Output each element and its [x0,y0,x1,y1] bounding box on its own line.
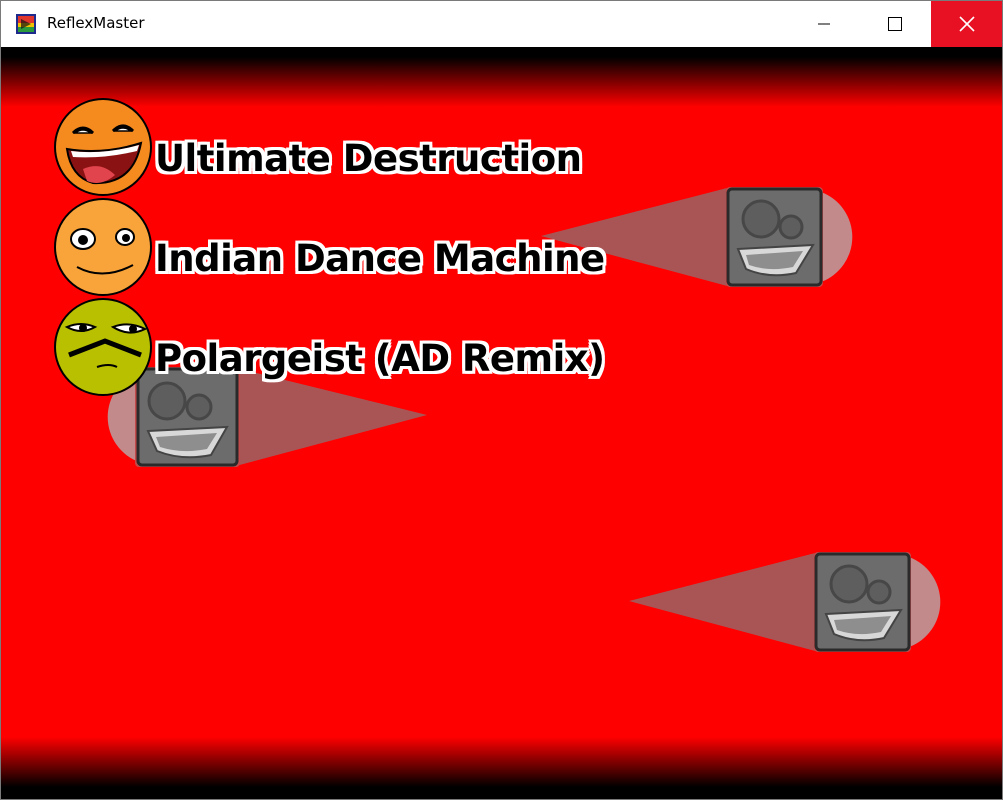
annoyed-face-icon [54,298,152,396]
song-title: Polargeist (AD Remix) [155,337,605,380]
game-area[interactable]: Ultimate Destruction Indian Dance Machin… [1,47,1002,799]
maximize-icon [888,17,902,31]
laughing-face-icon [54,98,152,196]
app-window: ReflexMaster Ultimate Destruction Indian… [0,0,1003,800]
speaker-enemy [629,552,941,652]
song-title: Indian Dance Machine [155,237,605,280]
minimize-icon [818,23,830,25]
window-title: ReflexMaster [47,14,145,32]
song-item-ultimate-destruction[interactable]: Ultimate Destruction [53,97,653,197]
song-item-indian-dance-machine[interactable]: Indian Dance Machine [53,197,653,297]
song-item-polargeist-ad-remix[interactable]: Polargeist (AD Remix) [53,297,653,397]
title-bar[interactable]: ReflexMaster [1,1,1002,47]
minimize-button[interactable] [801,1,847,47]
maximize-button[interactable] [872,1,918,47]
close-icon [958,16,975,32]
goofy-face-icon [54,198,152,296]
app-icon [16,14,36,34]
close-button[interactable] [931,1,1002,47]
song-title: Ultimate Destruction [155,137,582,180]
